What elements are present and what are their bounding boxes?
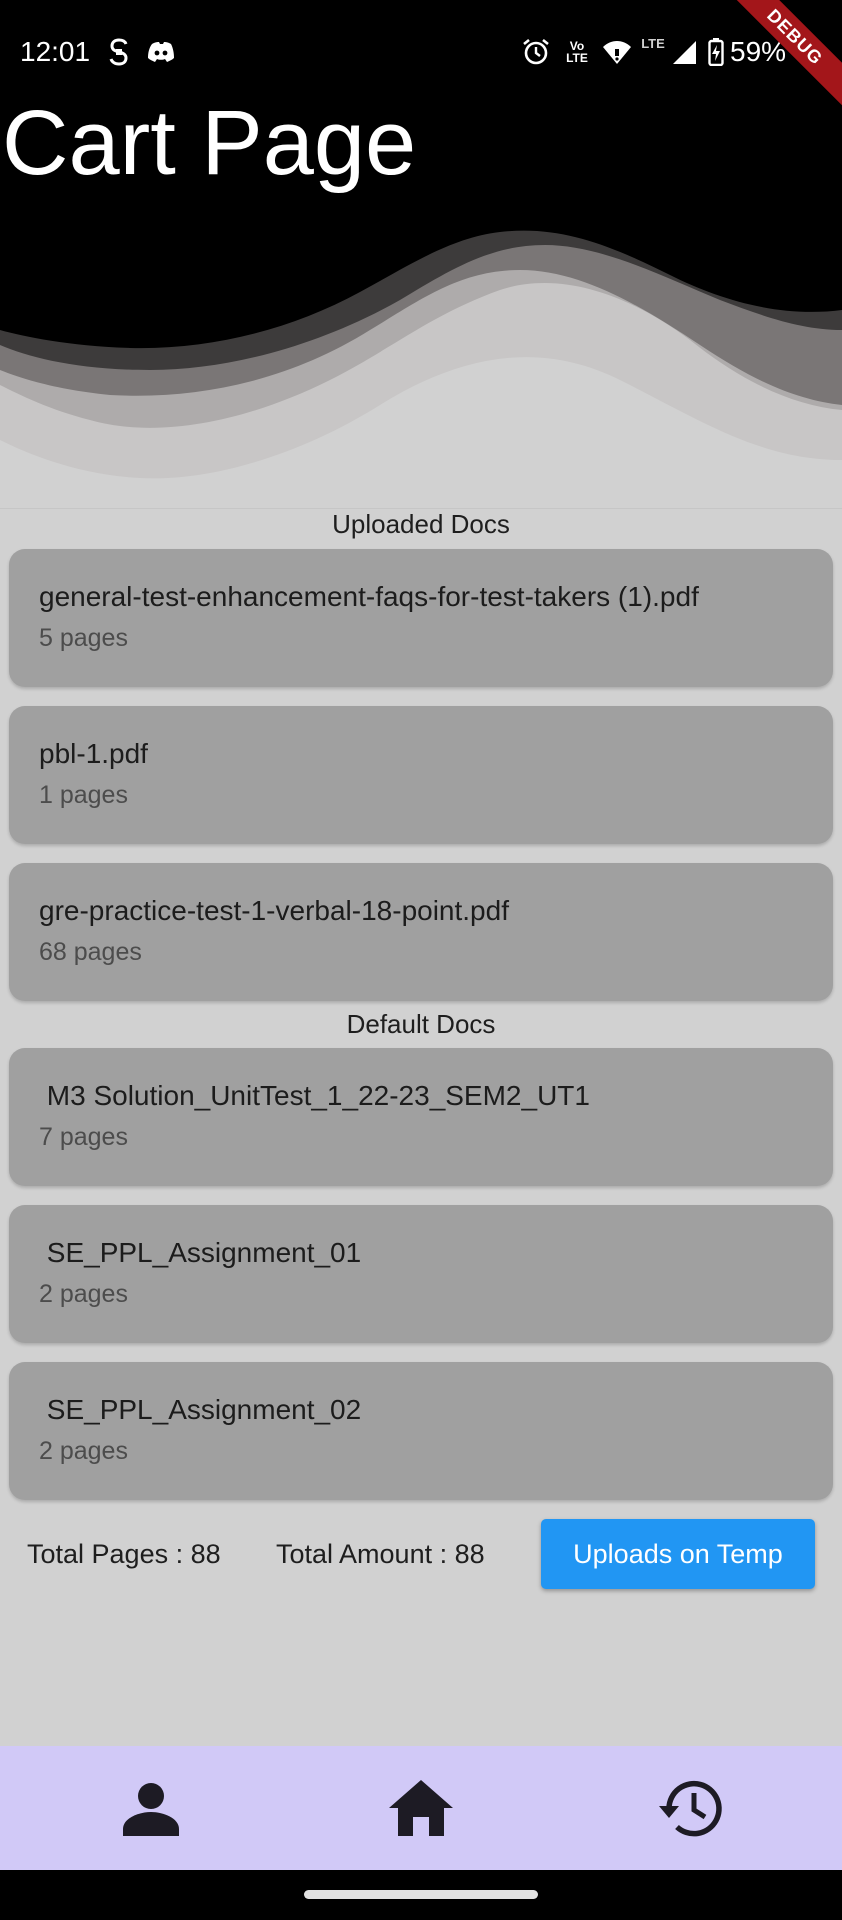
default-docs-heading: Default Docs [346,1009,496,1039]
doc-name: pbl-1.pdf [39,738,148,769]
system-gesture-bar [0,1870,842,1920]
doc-page-count: 2 pages [39,1437,128,1465]
doc-page-count: 2 pages [39,1280,128,1308]
discord-icon [146,36,176,68]
doc-page-count: 1 pages [39,781,128,809]
status-time: 12:01 [20,36,91,67]
s-notification-icon [106,36,132,68]
uploaded-doc-card[interactable]: general-test-enhancement-faqs-for-test-t… [9,549,833,687]
nav-profile[interactable] [76,1746,226,1870]
uploaded-docs-heading: Uploaded Docs [332,509,510,539]
default-doc-card[interactable]: SE_PPL_Assignment_02 2 pages [9,1362,833,1500]
volte-icon: Vo LTE [562,36,592,68]
nav-history[interactable] [616,1746,766,1870]
doc-page-count: 7 pages [39,1123,128,1151]
uploaded-doc-card[interactable]: gre-practice-test-1-verbal-18-point.pdf … [9,863,833,1001]
wifi-icon [600,36,634,68]
signal-icon [670,36,698,68]
uploads-on-temp-button[interactable]: Uploads on Temp [541,1519,815,1589]
header: 12:01 Vo LTE LTE 59% DEBUG Cart Page [0,0,842,510]
total-pages-label: Total Pages : 88 [27,1539,221,1569]
lte-icon: LTE [638,34,668,52]
volte-label-bottom: LTE [566,51,588,65]
default-doc-card[interactable]: M3 Solution_UnitTest_1_22-23_SEM2_UT1 7 … [9,1048,833,1186]
doc-name: SE_PPL_Assignment_01 [39,1237,362,1268]
lte-label: LTE [641,35,665,51]
battery-charging-icon [707,36,725,68]
alarm-icon [521,36,551,68]
person-icon [123,1783,179,1836]
cart-page-screen: 12:01 Vo LTE LTE 59% DEBUG Cart Page Upl… [0,0,842,1920]
total-amount-label: Total Amount : 88 [276,1539,485,1569]
nav-home[interactable] [346,1746,496,1870]
doc-name: SE_PPL_Assignment_02 [39,1394,362,1425]
doc-name: general-test-enhancement-faqs-for-test-t… [39,581,699,612]
page-title: Cart Page [2,92,417,194]
history-icon [659,1780,722,1837]
summary-row: Total Pages : 88 Total Amount : 88 Uploa… [0,1518,842,1590]
doc-name: M3 Solution_UnitTest_1_22-23_SEM2_UT1 [39,1080,590,1111]
gesture-handle[interactable] [304,1890,538,1899]
bottom-navigation-bar [0,1746,842,1870]
home-icon [389,1780,453,1836]
doc-page-count: 5 pages [39,624,128,652]
default-doc-card[interactable]: SE_PPL_Assignment_01 2 pages [9,1205,833,1343]
doc-page-count: 68 pages [39,938,142,966]
doc-name: gre-practice-test-1-verbal-18-point.pdf [39,895,509,926]
uploaded-doc-card[interactable]: pbl-1.pdf 1 pages [9,706,833,844]
